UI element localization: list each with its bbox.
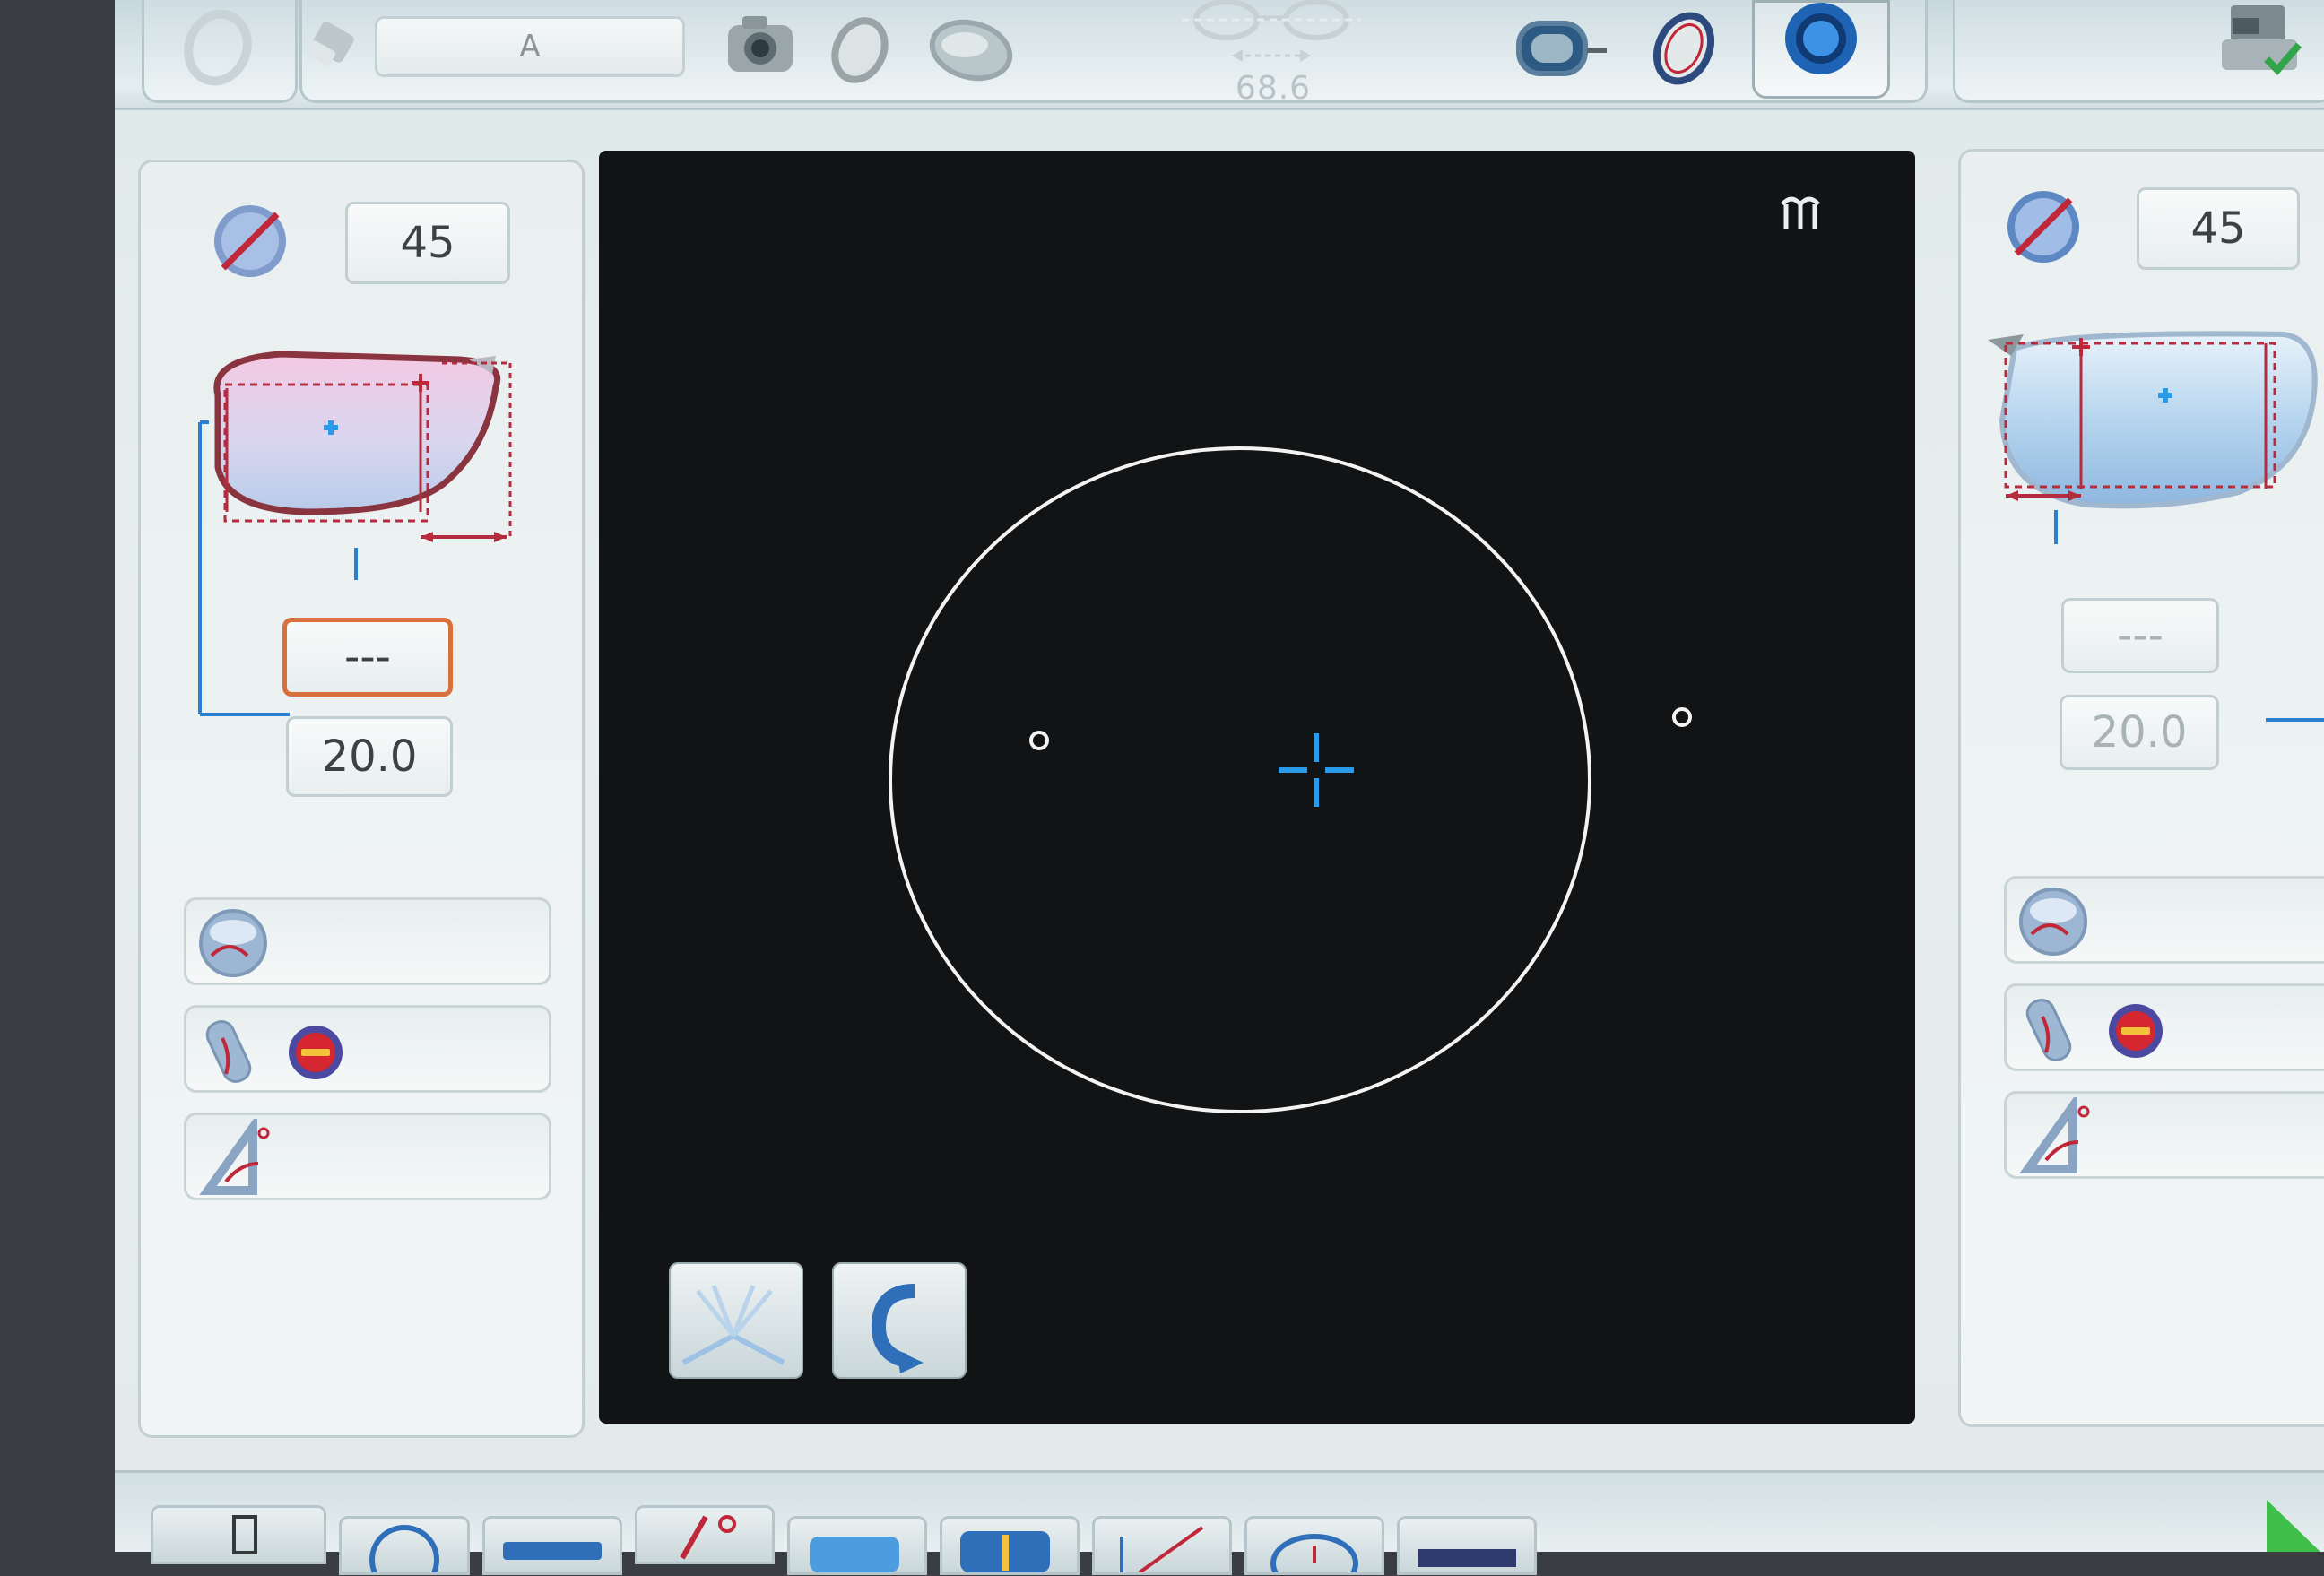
layout-icon (232, 1515, 257, 1554)
center-crosshair (1279, 733, 1354, 807)
minus-badge-icon (289, 1026, 343, 1079)
frame-to-lens-icon[interactable] (1513, 9, 1648, 90)
right-bevel-button[interactable] (2004, 876, 2324, 964)
bottom-button-7[interactable] (1092, 1516, 1232, 1575)
right-lens-field[interactable]: --- (2061, 598, 2219, 673)
left-lens-active-field[interactable]: --- (282, 618, 453, 697)
bottom-button-9[interactable] (1397, 1516, 1537, 1575)
right-anchor-point (1672, 707, 1692, 727)
bottom-button-6[interactable] (940, 1516, 1080, 1575)
open-book-icon (681, 1285, 785, 1365)
angle-lens-icon[interactable] (211, 202, 300, 291)
right-lens-panel: 45 --- 20.0 (1958, 149, 2324, 1427)
machine-icon[interactable] (2213, 0, 2311, 81)
edge-profile-icon (1785, 3, 1857, 74)
lens-blank-icon[interactable] (922, 9, 1020, 90)
minus-badge-icon (2109, 1004, 2163, 1058)
left-angle-button[interactable] (184, 1113, 551, 1200)
angle-lens-icon[interactable] (2004, 187, 2094, 277)
angle-tool-icon (199, 1119, 270, 1195)
polish-tool-icon (2025, 999, 2072, 1061)
lens-outline-icon[interactable] (1639, 4, 1729, 93)
bevel-lens-icon (199, 909, 267, 977)
screen: A 68.6 45 --- 20.0 45 --- 20.0 (115, 0, 2324, 1576)
right-polish-button[interactable] (2004, 983, 2324, 1071)
blue-disc-icon (369, 1525, 439, 1576)
left-bevel-button[interactable] (184, 897, 551, 985)
angle-tool-icon (680, 1515, 736, 1560)
next-arrow-icon[interactable] (2249, 1491, 2324, 1552)
angle-tool-icon (2019, 1097, 2090, 1173)
lens-shape-icon[interactable] (169, 7, 267, 88)
bevel-lens-icon (2019, 888, 2087, 956)
right-height-field[interactable]: 20.0 (2060, 695, 2219, 770)
frame-pd-icon[interactable] (1155, 0, 1388, 72)
bottom-button-1[interactable] (151, 1505, 326, 1564)
bottom-button-3[interactable] (482, 1516, 622, 1575)
angle-value-field[interactable]: 45 (2137, 187, 2300, 270)
top-toolbar: A 68.6 (115, 0, 2324, 110)
bottom-button-5[interactable] (787, 1516, 927, 1575)
single-lens-icon[interactable] (819, 7, 900, 88)
angle-value-field[interactable]: 45 (345, 202, 510, 284)
eraser-icon[interactable] (299, 14, 370, 77)
polish-tool-icon (205, 1020, 252, 1083)
bottom-button-2[interactable] (339, 1516, 470, 1576)
film-strip-icon (1418, 1549, 1516, 1567)
left-polish-button[interactable] (184, 1005, 551, 1093)
undo-button[interactable] (832, 1262, 967, 1379)
undo-arrow-icon (871, 1284, 924, 1373)
open-book-button[interactable] (669, 1262, 803, 1379)
bottom-button-8[interactable] (1244, 1516, 1384, 1576)
left-anchor-point (1029, 731, 1049, 750)
right-angle-button[interactable] (2004, 1091, 2324, 1179)
center-plus-icon (960, 1531, 1050, 1572)
pd-value: 68.6 (1235, 70, 1312, 107)
blue-tile-icon (810, 1537, 899, 1572)
bottom-toolbar (115, 1470, 2324, 1576)
trace-canvas (889, 446, 1692, 1113)
bottom-button-4[interactable] (635, 1505, 775, 1564)
camera-icon[interactable] (715, 7, 805, 82)
job-field[interactable]: A (375, 16, 685, 77)
lens-trace-display[interactable] (599, 151, 1915, 1424)
lens-trace-outline (889, 446, 1591, 1113)
left-lens-panel: 45 --- 20.0 (138, 160, 585, 1438)
diagonal-cut-icon (1120, 1526, 1204, 1574)
edge-mode-button[interactable] (1752, 0, 1890, 99)
auto-label-icon (503, 1542, 602, 1560)
right-lens-diagram (1988, 331, 2324, 722)
lens-target-icon (1270, 1534, 1358, 1576)
left-height-field[interactable]: 20.0 (286, 716, 453, 797)
